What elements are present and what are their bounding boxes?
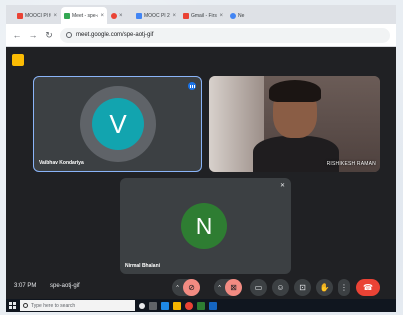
gmail-favicon-icon: [183, 12, 189, 19]
avatar: V: [92, 98, 144, 150]
tab-label: Ne: [238, 12, 245, 19]
meet-favicon-icon: [64, 12, 70, 19]
address-text: meet.google.com/spe-aotj-gif: [76, 32, 154, 38]
raise-hand-button[interactable]: ✋: [316, 279, 333, 296]
web-favicon-icon: [230, 12, 236, 19]
edge-browser-icon[interactable]: [161, 301, 169, 310]
forward-arrow-icon[interactable]: →: [28, 30, 38, 40]
chevron-up-icon[interactable]: ^: [214, 285, 225, 291]
emoji-icon: ☺: [276, 283, 285, 292]
browser-toolbar: ← → ↻ meet.google.com/spe-aotj-gif: [6, 24, 396, 47]
task-view-icon[interactable]: [149, 301, 157, 310]
mic-off-icon: ⊘: [183, 279, 200, 296]
reload-icon[interactable]: ↻: [44, 30, 54, 41]
screen: MOOCI Pl for 2020 with E × Meet - spe-ao…: [6, 5, 396, 312]
chevron-up-icon[interactable]: ^: [172, 285, 183, 291]
participant-tile-nirmal[interactable]: N ✕ Nirmal Bhalani: [120, 178, 291, 274]
tab-label: Meet - spe-aotj-gif: [72, 12, 98, 19]
reactions-button[interactable]: ☺: [272, 279, 289, 296]
browser-tab-6[interactable]: Ne: [227, 7, 251, 24]
more-options-button[interactable]: ⋮: [338, 279, 350, 296]
back-arrow-icon[interactable]: ←: [12, 30, 22, 40]
close-tab-icon[interactable]: ×: [53, 13, 57, 19]
browser-tab-strip: MOOCI Pl for 2020 with E × Meet - spe-ao…: [6, 5, 396, 24]
search-placeholder: Type here to search: [31, 302, 76, 309]
hand-icon: ✋: [319, 283, 330, 292]
clock: 3:07 PM: [14, 283, 37, 289]
cortana-icon[interactable]: [139, 302, 145, 309]
browser-tab-1[interactable]: MOOCI Pl for 2020 with E ×: [14, 7, 60, 24]
phone-hangup-icon: ☎: [363, 283, 373, 292]
close-tab-icon[interactable]: ×: [219, 13, 223, 19]
lock-icon: [66, 32, 72, 38]
tab-label: MOOCI Pl for 2020 with E: [25, 12, 51, 19]
speaking-indicator-icon: [188, 82, 196, 90]
file-explorer-icon[interactable]: [173, 301, 181, 310]
participant-name: RISHIKESH RAMAN: [326, 161, 376, 167]
close-tab-icon[interactable]: ×: [100, 13, 104, 19]
windows-taskbar: Type here to search: [6, 299, 396, 312]
chrome-icon[interactable]: [185, 301, 193, 310]
participant-name: Nirmal Bhalani: [125, 263, 161, 269]
taskbar-app-icon[interactable]: [209, 301, 217, 310]
recording-favicon-icon: [111, 12, 117, 19]
video-person-hair: [269, 80, 321, 102]
taskbar-search[interactable]: Type here to search: [20, 300, 135, 311]
participant-tile-vaibhav[interactable]: V Vaibhav Kondariya: [33, 76, 202, 172]
camera-button[interactable]: ^ ⊠: [214, 279, 242, 296]
meet-logo-icon: [12, 54, 24, 66]
gmail-favicon-icon: [17, 12, 23, 19]
browser-tab-2[interactable]: Meet - spe-aotj-gif ×: [61, 7, 107, 24]
microphone-button[interactable]: ^ ⊘: [172, 279, 200, 296]
close-tab-icon[interactable]: ×: [172, 13, 176, 19]
captions-button[interactable]: ▭: [250, 279, 267, 296]
participant-tile-video[interactable]: RISHIKESH RAMAN: [209, 76, 380, 172]
close-tab-icon[interactable]: ×: [119, 13, 123, 19]
address-bar[interactable]: meet.google.com/spe-aotj-gif: [60, 27, 390, 43]
meeting-controls-bar: 3:07 PM spe-aotj-gif ^ ⊘ ^ ⊠ ▭ ☺ ⊡ ✋ ⋮ ☎: [6, 277, 396, 299]
tab-label: MOOC PI 2020 - Google Do: [144, 12, 170, 19]
search-icon: [23, 303, 28, 308]
browser-tab-3[interactable]: ×: [108, 7, 132, 24]
present-screen-icon: ⊡: [299, 283, 306, 292]
meet-stage: V Vaibhav Kondariya RISHIKESH RAMAN N ✕ …: [6, 47, 396, 277]
participant-name: Vaibhav Kondariya: [39, 160, 84, 166]
browser-tab-4[interactable]: MOOC PI 2020 - Google Do ×: [133, 7, 179, 24]
windows-start-icon[interactable]: [9, 302, 16, 309]
camera-off-icon: ⊠: [225, 279, 242, 296]
present-button[interactable]: ⊡: [294, 279, 311, 296]
captions-icon: ▭: [254, 283, 263, 292]
meeting-code: spe-aotj-gif: [50, 283, 80, 289]
docs-favicon-icon: [136, 12, 142, 19]
leave-call-button[interactable]: ☎: [356, 279, 380, 296]
excel-icon[interactable]: [197, 301, 205, 310]
mic-muted-icon: ✕: [279, 183, 285, 189]
browser-tab-5[interactable]: Gmail - First Detection ×: [180, 7, 226, 24]
more-vert-icon: ⋮: [340, 283, 348, 292]
avatar: N: [181, 203, 227, 249]
tab-label: Gmail - First Detection: [191, 12, 218, 19]
